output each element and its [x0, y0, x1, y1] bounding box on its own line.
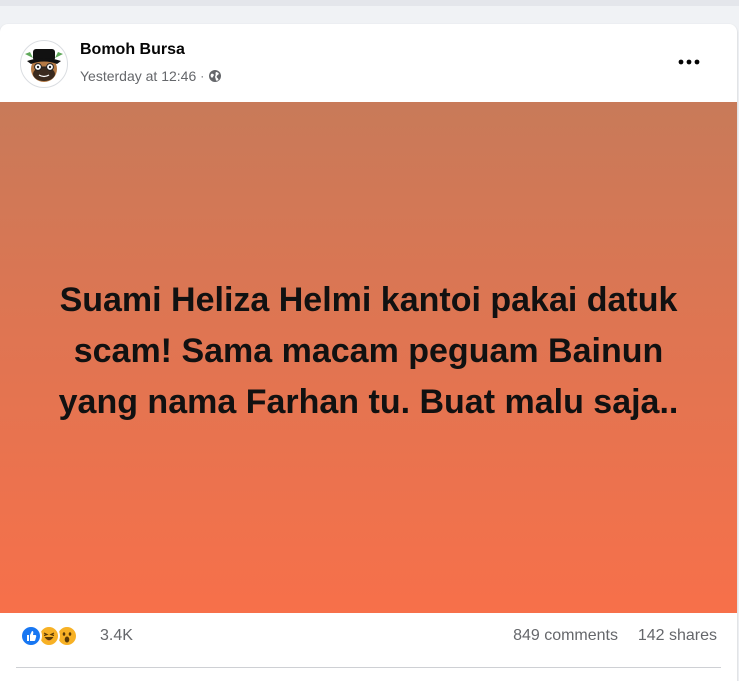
- globe-icon[interactable]: [208, 69, 222, 83]
- post-background: Suami Heliza Helmi kantoi pakai datuk sc…: [0, 102, 737, 613]
- post-header: Bomoh Bursa Yesterday at 12:46 ·: [0, 24, 737, 102]
- more-options-button[interactable]: [671, 44, 707, 80]
- meta-separator: ·: [200, 69, 205, 83]
- post-card: Bomoh Bursa Yesterday at 12:46 · Suami H…: [0, 24, 737, 681]
- post-meta: Yesterday at 12:46 ·: [80, 67, 222, 85]
- like-icon: [20, 625, 42, 647]
- reaction-count[interactable]: 3.4K: [100, 627, 133, 645]
- post-timestamp[interactable]: Yesterday at 12:46: [80, 68, 196, 84]
- action-divider: [16, 667, 721, 668]
- avatar-illustration-icon: [25, 49, 63, 82]
- post-body-text: Suami Heliza Helmi kantoi pakai datuk sc…: [58, 281, 679, 421]
- author-avatar[interactable]: [20, 40, 68, 88]
- more-options-icon: [678, 59, 700, 65]
- author-name[interactable]: Bomoh Bursa: [80, 41, 185, 59]
- shares-count[interactable]: 142 shares: [638, 627, 717, 645]
- reaction-icons[interactable]: [20, 625, 78, 647]
- top-strip: [0, 0, 739, 6]
- reactions-bar: 3.4K 849 comments 142 shares: [0, 613, 737, 659]
- comments-count[interactable]: 849 comments: [513, 627, 618, 645]
